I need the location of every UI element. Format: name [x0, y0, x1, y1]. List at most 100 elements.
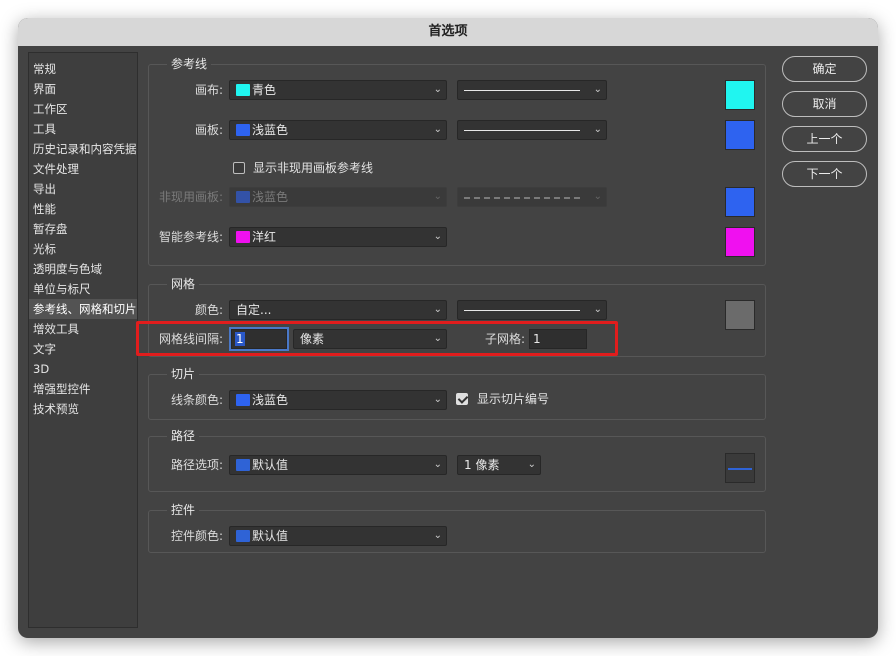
grid-spacing-value: 1: [235, 332, 245, 346]
next-button[interactable]: 下一个: [782, 161, 867, 187]
artboard-style-select[interactable]: ⌄: [457, 120, 607, 140]
smart-color-chip: [236, 231, 250, 243]
previous-button[interactable]: 上一个: [782, 126, 867, 152]
chevron-down-icon: ⌄: [433, 394, 442, 405]
subdivisions-value: 1: [533, 332, 541, 346]
sidebar-item[interactable]: 性能: [29, 199, 137, 219]
guides-group: 参考线 画布: 青色 ⌄ ⌄ 画板: 浅蓝色 ⌄ ⌄ 显示非现用画板参考线 非现…: [148, 55, 766, 266]
path-color-select[interactable]: 默认值 ⌄: [229, 455, 447, 475]
path-width-select[interactable]: 1 像素 ⌄: [457, 455, 541, 475]
sidebar-item[interactable]: 文字: [29, 339, 137, 359]
grid-color-select[interactable]: 自定... ⌄: [229, 300, 447, 320]
sidebar-item[interactable]: 增强型控件: [29, 379, 137, 399]
sidebar: 常规 界面 工作区 工具 历史记录和内容凭据 文件处理 导出 性能 暂存盘 光标 透明度与色域 单位与…: [28, 52, 138, 628]
sidebar-item[interactable]: 增效工具: [29, 319, 137, 339]
control-color-name: 默认值: [252, 529, 289, 543]
artboard-color-select[interactable]: 浅蓝色 ⌄: [229, 120, 447, 140]
slice-line-color-label: 线条颜色:: [170, 393, 223, 407]
subdivisions-input[interactable]: 1: [529, 329, 587, 349]
chevron-down-icon: ⌄: [527, 459, 536, 470]
canvas-color-name: 青色: [252, 83, 277, 97]
solid-line-icon: [464, 90, 580, 91]
sidebar-item[interactable]: 单位与标尺: [29, 279, 137, 299]
canvas-style-select[interactable]: ⌄: [457, 80, 607, 100]
chevron-down-icon: ⌄: [433, 84, 442, 95]
chevron-down-icon: ⌄: [433, 304, 442, 315]
preferences-dialog: 首选项 常规 界面 工作区 工具 历史记录和内容凭据 文件处理 导出 性能 暂存盘 光标 透明度与色…: [18, 18, 878, 638]
canvas-color-select[interactable]: 青色 ⌄: [229, 80, 447, 100]
control-color-select[interactable]: 默认值 ⌄: [229, 526, 447, 546]
sidebar-item[interactable]: 技术预览: [29, 399, 137, 419]
sidebar-item[interactable]: 工作区: [29, 99, 137, 119]
path-preview: [725, 453, 755, 483]
show-inactive-guides-label: 显示非现用画板参考线: [253, 161, 374, 175]
grid-spacing-input[interactable]: 1: [231, 329, 287, 349]
artboard-color-chip: [236, 124, 250, 136]
slices-title: 切片: [167, 365, 200, 383]
sidebar-item[interactable]: 参考线、网格和切片: [29, 299, 137, 319]
show-inactive-guides-checkbox[interactable]: [233, 162, 245, 174]
inactive-artboard-color-swatch[interactable]: [725, 187, 755, 217]
chevron-down-icon: ⌄: [433, 459, 442, 470]
dialog-title: 首选项: [18, 18, 878, 46]
solid-line-icon: [464, 130, 580, 131]
grid-color-swatch[interactable]: [725, 300, 755, 330]
show-slice-numbers-label: 显示切片编号: [477, 392, 550, 406]
sidebar-item[interactable]: 3D: [29, 359, 137, 379]
path-color-chip: [236, 459, 250, 471]
show-slice-numbers-checkbox[interactable]: [456, 393, 468, 405]
chevron-down-icon: ⌄: [433, 191, 442, 202]
cancel-button[interactable]: 取消: [782, 91, 867, 117]
grid-color-label: 颜色:: [194, 303, 223, 317]
smart-guides-color-swatch[interactable]: [725, 227, 755, 257]
chevron-down-icon: ⌄: [433, 333, 442, 344]
sidebar-item[interactable]: 透明度与色域: [29, 259, 137, 279]
path-color-name: 默认值: [252, 458, 289, 472]
chevron-down-icon: ⌄: [593, 191, 602, 202]
sidebar-item[interactable]: 常规: [29, 59, 137, 79]
controls-title: 控件: [167, 501, 200, 519]
guides-title: 参考线: [167, 55, 212, 73]
subdivisions-label: 子网格:: [484, 332, 525, 346]
artboard-color-swatch[interactable]: [725, 120, 755, 150]
inactive-artboard-color-select: 浅蓝色 ⌄: [229, 187, 447, 207]
inactive-color-name: 浅蓝色: [252, 190, 289, 204]
control-color-label: 控件颜色:: [170, 529, 223, 543]
chevron-down-icon: ⌄: [433, 530, 442, 541]
chevron-down-icon: ⌄: [433, 231, 442, 242]
slice-color-chip: [236, 394, 250, 406]
slice-color-name: 浅蓝色: [252, 393, 289, 407]
control-color-chip: [236, 530, 250, 542]
smart-guides-label: 智能参考线:: [158, 230, 223, 244]
ok-button[interactable]: 确定: [782, 56, 867, 82]
sidebar-item[interactable]: 工具: [29, 119, 137, 139]
chevron-down-icon: ⌄: [433, 124, 442, 135]
solid-line-icon: [464, 310, 580, 311]
artboard-label: 画板:: [194, 123, 223, 137]
grid-color-name: 自定...: [236, 303, 272, 317]
sidebar-item[interactable]: 光标: [29, 239, 137, 259]
artboard-color-name: 浅蓝色: [252, 123, 289, 137]
sidebar-item[interactable]: 历史记录和内容凭据: [29, 139, 137, 159]
sidebar-item[interactable]: 导出: [29, 179, 137, 199]
grid-unit-value: 像素: [300, 332, 325, 346]
grid-spacing-label: 网格线间隔:: [158, 332, 223, 346]
grid-unit-select[interactable]: 像素 ⌄: [293, 329, 447, 349]
sidebar-item[interactable]: 界面: [29, 79, 137, 99]
inactive-artboard-label: 非现用画板:: [158, 190, 223, 204]
canvas-color-swatch[interactable]: [725, 80, 755, 110]
sidebar-item[interactable]: 暂存盘: [29, 219, 137, 239]
smart-guides-color-select[interactable]: 洋红 ⌄: [229, 227, 447, 247]
grid-title: 网格: [167, 275, 200, 293]
path-group: 路径 路径选项: 默认值 ⌄ 1 像素 ⌄: [148, 427, 766, 492]
sidebar-item[interactable]: 文件处理: [29, 159, 137, 179]
path-width-value: 1 像素: [464, 458, 500, 472]
slice-line-color-select[interactable]: 浅蓝色 ⌄: [229, 390, 447, 410]
grid-style-select[interactable]: ⌄: [457, 300, 607, 320]
chevron-down-icon: ⌄: [593, 124, 602, 135]
path-options-label: 路径选项:: [170, 458, 223, 472]
inactive-artboard-style-select: ⌄: [457, 187, 607, 207]
dashed-line-icon: [464, 197, 580, 199]
controls-group: 控件 控件颜色: 默认值 ⌄: [148, 501, 766, 553]
path-title: 路径: [167, 427, 200, 445]
